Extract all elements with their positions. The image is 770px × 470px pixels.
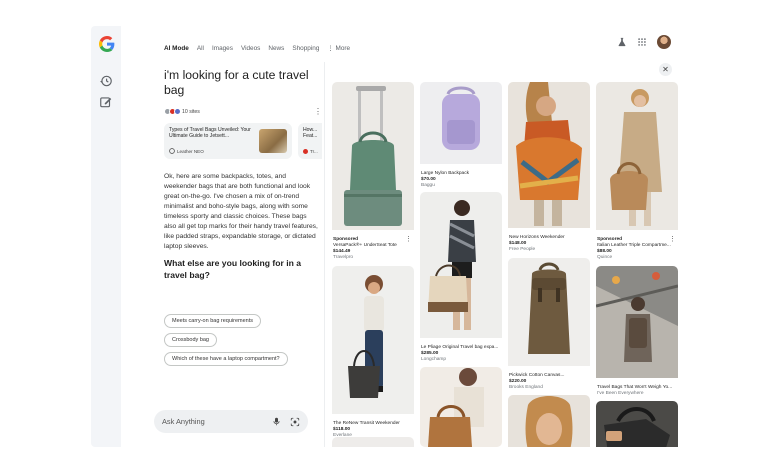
product-column: Sponsored Italian Leather Triple Compart… [596,82,678,447]
tab-videos[interactable]: Videos [241,45,260,52]
microphone-icon[interactable] [272,416,281,427]
product-image [596,266,678,378]
more-options-icon[interactable]: ⋮ [669,236,676,243]
source-card-site: Leather NEO [169,148,204,154]
lens-camera-icon[interactable] [290,417,300,427]
suggestion-chip[interactable]: Which of these have a laptop compartment… [164,352,288,366]
product-info: The ReNew Transit Weekender $118.00 Ever… [332,419,414,439]
product-card[interactable] [596,401,678,447]
product-column: Sponsored VersaPack®+ UnderSeat Tote $14… [332,82,414,439]
sources-row[interactable]: 10 sites ⋮ [164,108,322,116]
product-info: Sponsored VersaPack®+ UnderSeat Tote $14… [332,235,414,261]
product-info: Travel Bags That Won't Weigh Yo... I've … [596,383,678,397]
new-chat-icon[interactable] [99,95,113,109]
product-column: New Horizons Weekender $148.00 Free Peop… [508,82,590,447]
more-options-icon[interactable]: ⋮ [405,236,412,243]
product-card[interactable]: Sponsored VersaPack®+ UnderSeat Tote $14… [332,82,414,261]
source-card-title: How... Feat... [303,127,318,140]
product-source: Baggu [421,183,435,188]
product-source: Quince [597,255,613,260]
more-options-icon[interactable]: ⋮ [314,108,322,116]
product-image [332,266,414,414]
product-card[interactable]: Travel Bags That Won't Weigh Yo... I've … [596,266,678,397]
search-tabs: AI Mode All Images Videos News Shopping … [164,41,350,55]
tab-images[interactable]: Images [212,45,233,52]
product-image [332,82,414,230]
product-card[interactable]: The ReNew Transit Weekender $118.00 Ever… [332,266,414,439]
side-rail [91,26,121,447]
close-icon[interactable]: ✕ [659,63,672,76]
product-image [508,395,590,447]
suggestion-chip[interactable]: Crossbody bag [164,333,217,347]
product-info: Large Nylon Backpack $70.00 Baggu [420,169,502,189]
product-source: Travelpro [333,255,354,260]
source-card[interactable]: How... Feat... Tr... [298,123,322,159]
product-card[interactable]: Sponsored Italian Leather Triple Compart… [596,82,678,261]
product-image [508,82,590,228]
product-card[interactable]: New Horizons Weekender $148.00 Free Peop… [508,82,590,253]
ask-input-placeholder[interactable]: Ask Anything [162,417,205,426]
product-card[interactable]: Le Pliage Original Travel bag expa... $2… [420,192,502,363]
top-right-controls [617,35,671,49]
tab-all[interactable]: All [197,45,204,52]
product-source: I've Been Everywhere [597,391,644,396]
product-image [596,82,678,230]
ai-answer-pane: i'm looking for a cute travel bag 10 sit… [164,68,322,447]
google-logo-icon[interactable] [99,36,115,52]
product-image [596,401,678,447]
query-heading: i'm looking for a cute travel bag [164,68,309,97]
product-source: Free People [509,247,536,252]
tab-shopping[interactable]: Shopping [292,45,319,52]
product-card[interactable] [508,395,590,447]
apps-grid-icon[interactable] [637,37,647,47]
product-card[interactable] [420,367,502,447]
product-source: Longchamp [421,357,447,362]
source-card-title: Types of Travel Bags Unveiled: Your Ulti… [169,127,251,140]
tab-news[interactable]: News [268,45,284,52]
suggestion-chip[interactable]: Meets carry-on bag requirements [164,314,262,328]
answer-paragraph: Ok, here are some backpacks, totes, and … [164,173,318,250]
product-card[interactable]: Large Nylon Backpack $70.00 Baggu [420,82,502,189]
product-image [420,192,502,338]
source-card[interactable]: Types of Travel Bags Unveiled: Your Ulti… [164,123,292,159]
sites-count: 10 sites [182,108,200,115]
source-favicon-icon [303,149,308,154]
history-icon[interactable] [99,74,113,88]
product-info: New Horizons Weekender $148.00 Free Peop… [508,233,590,253]
source-card-source: Tr... [310,149,318,154]
ask-input-bar[interactable]: Ask Anything [154,410,308,433]
product-source: Brooks England [509,385,543,390]
tab-more[interactable]: ⋮ More [327,44,350,52]
product-image [508,258,590,366]
search-window: AI Mode All Images Videos News Shopping … [91,26,685,447]
source-card-thumbnail [259,129,287,153]
product-info: Pickwick Cotton Canvas... $220.00 Brooks… [508,371,590,391]
source-favicons [164,108,181,115]
product-image [420,367,502,447]
tab-ai-mode[interactable]: AI Mode [164,45,189,52]
product-card[interactable]: Pickwick Cotton Canvas... $220.00 Brooks… [508,258,590,391]
product-info: Sponsored Italian Leather Triple Compart… [596,235,678,261]
source-card-source: Leather NEO [177,148,204,154]
leather-neo-logo-icon [169,148,175,154]
product-results-panel: ✕ Sponsored VersaPack®+ UnderSeat Tote $… [324,62,685,447]
favicon-icon [174,108,181,115]
product-image [420,82,502,164]
labs-flask-icon[interactable] [617,37,627,47]
account-avatar[interactable] [657,35,671,49]
product-column: Large Nylon Backpack $70.00 Baggu Le Pli… [420,82,502,447]
more-dots-icon: ⋮ [327,45,336,52]
tab-more-label: More [335,45,351,52]
product-card[interactable] [332,437,414,447]
followup-question: What else are you looking for in a trave… [164,258,302,280]
source-cards: Types of Travel Bags Unveiled: Your Ulti… [164,123,322,159]
source-card-site: Tr... [303,149,318,154]
product-info: Le Pliage Original Travel bag expa... $2… [420,343,502,363]
